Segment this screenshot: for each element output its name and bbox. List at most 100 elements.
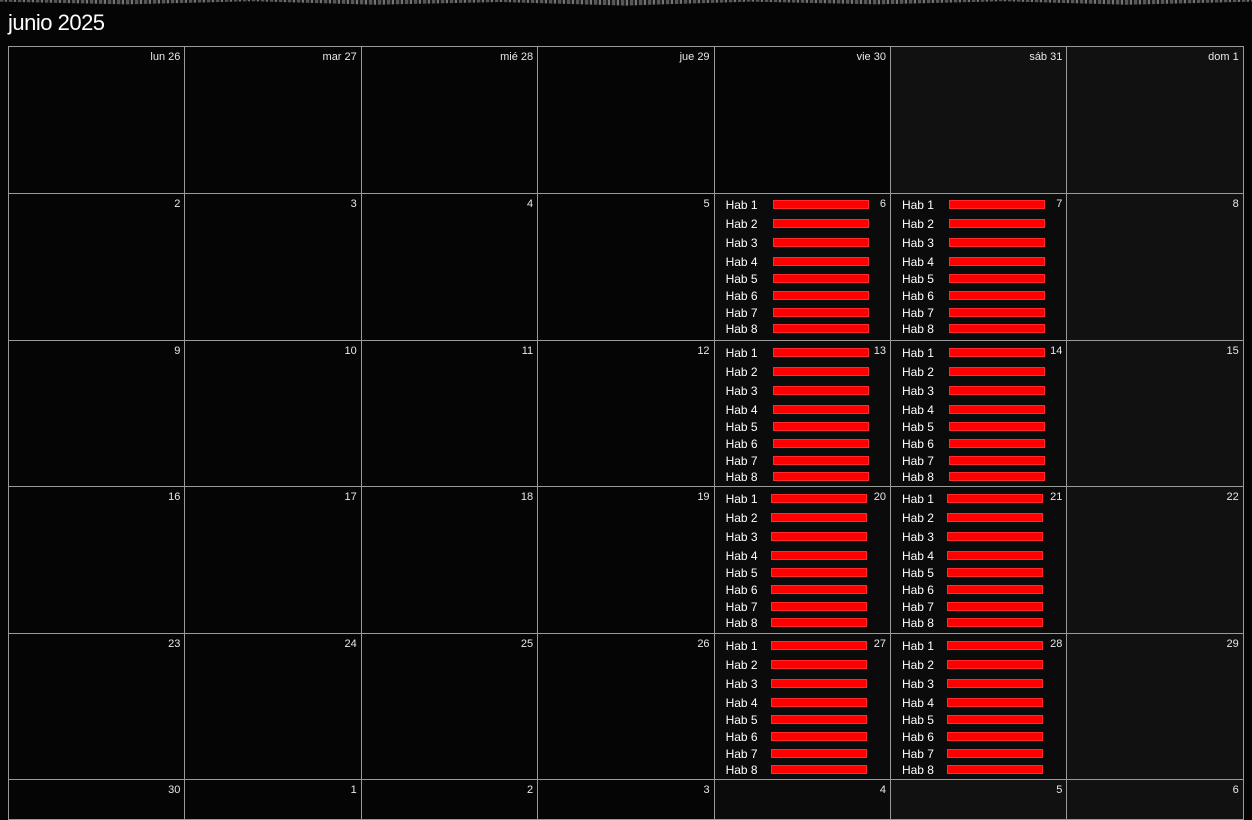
room-booking[interactable]: Hab 4	[902, 403, 1062, 417]
room-booking[interactable]: Hab 5	[902, 420, 1062, 434]
booking-bar[interactable]	[772, 257, 869, 266]
booking-bar[interactable]	[772, 308, 869, 317]
room-booking[interactable]: Hab 6	[902, 730, 1062, 744]
day-cell[interactable]: 9	[9, 341, 186, 487]
day-cell-header-tue[interactable]: mar 27	[185, 47, 362, 194]
day-cell[interactable]: 25	[361, 634, 539, 780]
booking-bar[interactable]	[772, 422, 869, 431]
day-cell[interactable]: 1	[185, 780, 362, 820]
room-booking[interactable]: Hab 4	[902, 549, 1062, 563]
room-booking[interactable]: Hab 6	[902, 289, 1062, 303]
booking-bar[interactable]	[948, 386, 1045, 395]
booking-bar[interactable]	[946, 618, 1043, 627]
room-booking[interactable]: Hab 4	[902, 696, 1062, 710]
room-booking[interactable]: Hab 4	[726, 696, 886, 710]
day-cell[interactable]: 28 Hab 1 Hab 2 Hab 3 Hab 4 Hab 5 Hab 6 H…	[890, 634, 1068, 780]
room-booking[interactable]: Hab 2	[902, 511, 1062, 525]
day-cell[interactable]: 3	[185, 194, 362, 341]
booking-bar[interactable]	[770, 568, 867, 577]
booking-bar[interactable]	[946, 602, 1043, 611]
room-booking[interactable]: Hab 4	[726, 403, 886, 417]
room-booking[interactable]: Hab 3	[902, 384, 1062, 398]
room-booking[interactable]: Hab 1	[902, 492, 1062, 506]
booking-bar[interactable]	[948, 274, 1045, 283]
room-booking[interactable]: Hab 5	[726, 272, 886, 286]
room-booking[interactable]: Hab 3	[726, 677, 886, 691]
booking-bar[interactable]	[946, 765, 1043, 774]
room-booking[interactable]: Hab 5	[902, 566, 1062, 580]
room-booking[interactable]: Hab 2	[726, 217, 886, 231]
day-cell[interactable]: 10	[185, 341, 362, 487]
room-booking[interactable]: Hab 1	[726, 492, 886, 506]
booking-bar[interactable]	[770, 602, 867, 611]
day-cell[interactable]: 21 Hab 1 Hab 2 Hab 3 Hab 4 Hab 5 Hab 6 H…	[890, 487, 1068, 634]
booking-bar[interactable]	[770, 698, 867, 707]
room-booking[interactable]: Hab 6	[726, 289, 886, 303]
booking-bar[interactable]	[772, 367, 869, 376]
day-cell[interactable]: 19	[538, 487, 715, 634]
room-booking[interactable]: Hab 6	[902, 583, 1062, 597]
booking-bar[interactable]	[770, 585, 867, 594]
booking-bar[interactable]	[772, 219, 869, 228]
room-booking[interactable]: Hab 1	[726, 346, 886, 360]
day-cell[interactable]: 27 Hab 1 Hab 2 Hab 3 Hab 4 Hab 5 Hab 6 H…	[714, 634, 891, 780]
room-booking[interactable]: Hab 6	[726, 730, 886, 744]
room-booking[interactable]: Hab 6	[726, 583, 886, 597]
room-booking[interactable]: Hab 5	[902, 713, 1062, 727]
booking-bar[interactable]	[946, 585, 1043, 594]
booking-bar[interactable]	[772, 456, 869, 465]
day-cell-header-sun[interactable]: dom 1	[1067, 47, 1244, 194]
room-booking[interactable]: Hab 3	[726, 236, 886, 250]
booking-bar[interactable]	[948, 257, 1045, 266]
booking-bar[interactable]	[772, 291, 869, 300]
room-booking[interactable]: Hab 2	[902, 658, 1062, 672]
booking-bar[interactable]	[772, 274, 869, 283]
day-cell[interactable]: 11	[361, 341, 539, 487]
room-booking[interactable]: Hab 7	[726, 600, 886, 614]
booking-bar[interactable]	[948, 308, 1045, 317]
booking-bar[interactable]	[948, 472, 1045, 481]
room-booking[interactable]: Hab 2	[726, 365, 886, 379]
booking-bar[interactable]	[948, 367, 1045, 376]
booking-bar[interactable]	[772, 348, 869, 357]
booking-bar[interactable]	[946, 532, 1043, 541]
day-cell[interactable]: 24	[185, 634, 362, 780]
day-cell[interactable]: 17	[185, 487, 362, 634]
day-cell[interactable]: 20 Hab 1 Hab 2 Hab 3 Hab 4 Hab 5 Hab 6 H…	[714, 487, 891, 634]
room-booking[interactable]: Hab 7	[726, 454, 886, 468]
room-booking[interactable]: Hab 6	[726, 437, 886, 451]
day-cell-header-mon[interactable]: lun 26	[9, 47, 186, 194]
day-cell[interactable]: 12	[538, 341, 715, 487]
booking-bar[interactable]	[770, 660, 867, 669]
day-cell[interactable]: 7 Hab 1 Hab 2 Hab 3 Hab 4 Hab 5 Hab 6 Ha…	[890, 194, 1068, 341]
room-booking[interactable]: Hab 7	[726, 306, 886, 320]
day-cell[interactable]: 30	[9, 780, 186, 820]
day-cell[interactable]: 5	[538, 194, 715, 341]
day-cell[interactable]: 4	[714, 780, 891, 820]
booking-bar[interactable]	[946, 568, 1043, 577]
booking-bar[interactable]	[770, 551, 867, 560]
day-cell[interactable]: 3	[538, 780, 715, 820]
booking-bar[interactable]	[772, 324, 869, 333]
booking-bar[interactable]	[770, 618, 867, 627]
room-booking[interactable]: Hab 2	[726, 658, 886, 672]
booking-bar[interactable]	[772, 439, 869, 448]
booking-bar[interactable]	[948, 422, 1045, 431]
room-booking[interactable]: Hab 3	[726, 384, 886, 398]
day-cell-header-sat[interactable]: sáb 31	[890, 47, 1068, 194]
day-cell-header-fri[interactable]: vie 30	[714, 47, 891, 194]
day-cell[interactable]: 16	[9, 487, 186, 634]
room-booking[interactable]: Hab 6	[902, 437, 1062, 451]
day-cell[interactable]: 5	[890, 780, 1068, 820]
booking-bar[interactable]	[770, 513, 867, 522]
booking-bar[interactable]	[770, 749, 867, 758]
day-cell-header-wed[interactable]: mié 28	[361, 47, 539, 194]
room-booking[interactable]: Hab 7	[902, 747, 1062, 761]
room-booking[interactable]: Hab 8	[902, 322, 1062, 336]
booking-bar[interactable]	[948, 405, 1045, 414]
room-booking[interactable]: Hab 7	[902, 454, 1062, 468]
booking-bar[interactable]	[948, 456, 1045, 465]
room-booking[interactable]: Hab 4	[902, 255, 1062, 269]
day-cell[interactable]: 29	[1067, 634, 1244, 780]
room-booking[interactable]: Hab 7	[902, 306, 1062, 320]
